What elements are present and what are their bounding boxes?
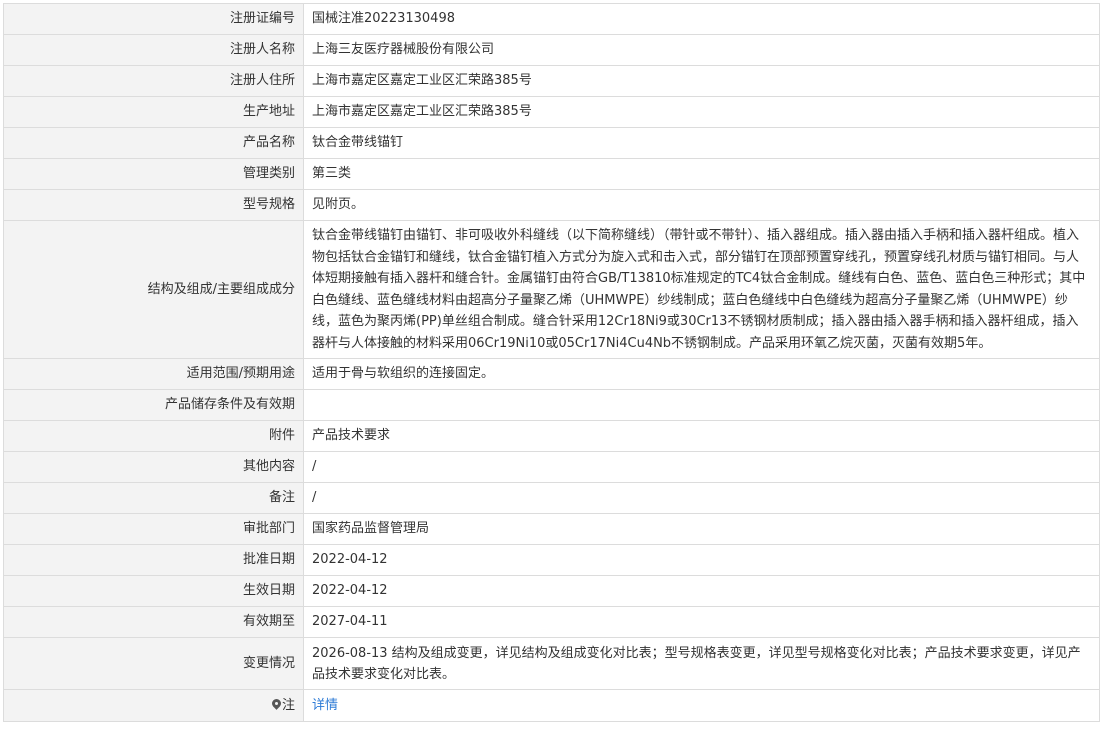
label-effective-date: 生效日期 (3, 575, 304, 607)
value-approval-department: 国家药品监督管理局 (303, 513, 1100, 545)
label-registrant-name: 注册人名称 (3, 34, 304, 66)
value-intended-use: 适用于骨与软组织的连接固定。 (303, 358, 1100, 390)
label-approval-department: 审批部门 (3, 513, 304, 545)
label-remarks: 备注 (3, 482, 304, 514)
value-expiry-date: 2027-04-11 (303, 606, 1100, 638)
label-storage-validity: 产品储存条件及有效期 (3, 389, 304, 421)
label-model-spec: 型号规格 (3, 189, 304, 221)
value-production-address: 上海市嘉定区嘉定工业区汇荣路385号 (303, 96, 1100, 128)
row-model-spec: 型号规格 见附页。 (3, 189, 1100, 221)
row-structure-composition: 结构及组成/主要组成成分 钛合金带线锚钉由锚钉、非可吸收外科缝线（以下简称缝线）… (3, 220, 1100, 359)
value-attachment: 产品技术要求 (303, 420, 1100, 452)
row-product-name: 产品名称 钛合金带线锚钉 (3, 127, 1100, 159)
label-note: 注 (3, 689, 304, 722)
row-approval-department: 审批部门 国家药品监督管理局 (3, 513, 1100, 545)
value-registrant-name: 上海三友医疗器械股份有限公司 (303, 34, 1100, 66)
label-production-address: 生产地址 (3, 96, 304, 128)
value-product-name: 钛合金带线锚钉 (303, 127, 1100, 159)
row-note: 注 详情 (3, 689, 1100, 722)
value-model-spec: 见附页。 (303, 189, 1100, 221)
value-storage-validity (303, 389, 1100, 421)
value-approval-date: 2022-04-12 (303, 544, 1100, 576)
row-effective-date: 生效日期 2022-04-12 (3, 575, 1100, 607)
label-change-status: 变更情况 (3, 637, 304, 690)
row-attachment: 附件 产品技术要求 (3, 420, 1100, 452)
row-production-address: 生产地址 上海市嘉定区嘉定工业区汇荣路385号 (3, 96, 1100, 128)
value-effective-date: 2022-04-12 (303, 575, 1100, 607)
value-remarks: / (303, 482, 1100, 514)
row-approval-date: 批准日期 2022-04-12 (3, 544, 1100, 576)
row-management-category: 管理类别 第三类 (3, 158, 1100, 190)
row-remarks: 备注 / (3, 482, 1100, 514)
label-intended-use: 适用范围/预期用途 (3, 358, 304, 390)
value-note: 详情 (303, 689, 1100, 722)
label-attachment: 附件 (3, 420, 304, 452)
label-expiry-date: 有效期至 (3, 606, 304, 638)
value-registrant-address: 上海市嘉定区嘉定工业区汇荣路385号 (303, 65, 1100, 97)
label-approval-date: 批准日期 (3, 544, 304, 576)
row-intended-use: 适用范围/预期用途 适用于骨与软组织的连接固定。 (3, 358, 1100, 390)
label-management-category: 管理类别 (3, 158, 304, 190)
label-other-content: 其他内容 (3, 451, 304, 483)
row-registrant-address: 注册人住所 上海市嘉定区嘉定工业区汇荣路385号 (3, 65, 1100, 97)
row-expiry-date: 有效期至 2027-04-11 (3, 606, 1100, 638)
label-registrant-address: 注册人住所 (3, 65, 304, 97)
row-registrant-name: 注册人名称 上海三友医疗器械股份有限公司 (3, 34, 1100, 66)
label-registration-number: 注册证编号 (3, 3, 304, 35)
value-structure-composition: 钛合金带线锚钉由锚钉、非可吸收外科缝线（以下简称缝线）（带针或不带针）、插入器组… (303, 220, 1100, 359)
registration-detail-table: 注册证编号 国械注准20223130498 注册人名称 上海三友医疗器械股份有限… (3, 3, 1100, 722)
value-other-content: / (303, 451, 1100, 483)
row-storage-validity: 产品储存条件及有效期 (3, 389, 1100, 421)
row-other-content: 其他内容 / (3, 451, 1100, 483)
location-pin-icon (270, 696, 283, 710)
row-registration-number: 注册证编号 国械注准20223130498 (3, 3, 1100, 35)
value-management-category: 第三类 (303, 158, 1100, 190)
registration-detail: 注册证编号 国械注准20223130498 注册人名称 上海三友医疗器械股份有限… (3, 3, 1104, 722)
label-structure-composition: 结构及组成/主要组成成分 (3, 220, 304, 359)
label-product-name: 产品名称 (3, 127, 304, 159)
value-change-status: 2026-08-13 结构及组成变更，详见结构及组成变化对比表；型号规格表变更，… (303, 637, 1100, 690)
details-link[interactable]: 详情 (312, 698, 338, 713)
row-change-status: 变更情况 2026-08-13 结构及组成变更，详见结构及组成变化对比表；型号规… (3, 637, 1100, 690)
note-label: 注 (281, 697, 295, 713)
value-registration-number: 国械注准20223130498 (303, 3, 1100, 35)
